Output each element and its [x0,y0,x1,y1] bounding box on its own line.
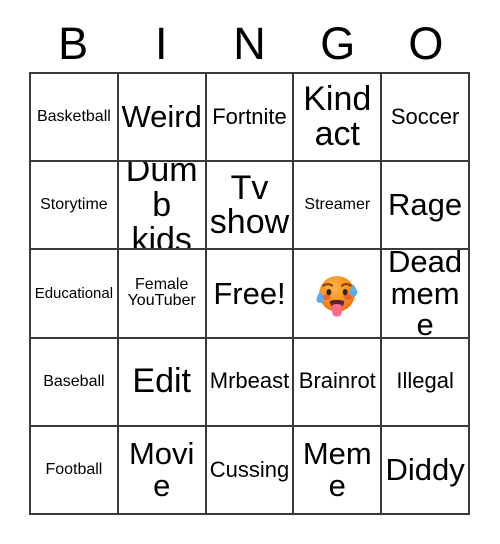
bingo-cell-b5[interactable]: Football [31,426,119,515]
bingo-cell-label: Weird [121,99,202,135]
bingo-cell-i5[interactable]: Movie [118,426,207,515]
bingo-cell-g4[interactable]: Brainrot [294,338,383,427]
bingo-header: B I N G O [29,14,470,72]
bingo-cell-label: Illegal [396,368,454,394]
header-letter-g: G [320,17,356,69]
bingo-row: Basketball Weird Fortnite Kind act Socce… [31,74,470,163]
bingo-cell-label: Fortnite [212,103,287,129]
bingo-card: B I N G O Basketball Weird Fortnite Kind… [0,0,500,544]
header-letter-o: O [408,17,444,69]
bingo-cell-label: Brainrot [298,368,376,394]
bingo-cell-label: Tv show [209,168,290,242]
bingo-cell-g1[interactable]: Kind act [294,74,383,163]
bingo-cell-label: Movie [128,436,195,503]
bingo-cell-o1[interactable]: Soccer [382,74,470,163]
bingo-cell-label: Mrbeast [209,368,290,394]
bingo-cell-free-space[interactable]: Free! [206,250,295,339]
bingo-cell-label: Kind act [303,80,372,154]
header-letter-b: B [58,17,89,69]
bingo-cell-b1[interactable]: Basketball [31,74,119,163]
bingo-cell-o4[interactable]: Illegal [382,338,470,427]
header-letter-n: N [233,17,266,69]
bingo-cell-label: Streamer [304,196,371,214]
bingo-cell-label: Dead meme [388,250,463,339]
bingo-cell-label: Basketball [36,107,111,125]
bingo-cell-label: Meme [302,436,372,503]
bingo-cell-g3[interactable] [294,250,383,339]
bingo-cell-b4[interactable]: Baseball [31,338,119,427]
bingo-cell-i1[interactable]: Weird [118,74,207,163]
bingo-cell-label: Football [45,460,103,478]
bingo-cell-n4[interactable]: Mrbeast [206,338,295,427]
bingo-cell-label: Female YouTuber [127,276,196,310]
bingo-cell-n5[interactable]: Cussing [206,426,295,515]
bingo-cell-b3[interactable]: Educational [31,250,119,339]
bingo-cell-b2[interactable]: Storytime [31,162,119,251]
hot-face-emoji [311,267,363,319]
bingo-cell-label: Edit [132,362,191,401]
bingo-cell-label: Rage [388,187,463,223]
bingo-cell-label: Educational [34,284,114,302]
bingo-cell-i2[interactable]: Dumb kids [118,162,207,251]
bingo-cell-label: Soccer [390,103,460,129]
bingo-cell-n2[interactable]: Tv show [206,162,295,251]
bingo-cell-i3[interactable]: Female YouTuber [118,250,207,339]
bingo-cell-n1[interactable]: Fortnite [206,74,295,163]
bingo-cell-label: Dumb kids [125,162,198,251]
bingo-cell-label: Baseball [43,372,105,390]
bingo-cell-o5[interactable]: Diddy [382,426,470,515]
bingo-cell-g5[interactable]: Meme [294,426,383,515]
bingo-cell-label: Free! [213,275,286,311]
bingo-row: Baseball Edit Mrbeast Brainrot Illegal [31,338,470,427]
bingo-row: Storytime Dumb kids Tv show Streamer Rag… [31,162,470,251]
bingo-grid: Basketball Weird Fortnite Kind act Socce… [29,72,470,515]
bingo-cell-label: Diddy [385,452,465,488]
bingo-cell-g2[interactable]: Streamer [294,162,383,251]
bingo-cell-o3[interactable]: Dead meme [382,250,470,339]
bingo-cell-label: Cussing [209,456,290,482]
header-letter-i: I [155,17,168,69]
bingo-cell-o2[interactable]: Rage [382,162,470,251]
bingo-row: Educational Female YouTuber Free! Dead m… [31,250,470,339]
bingo-row: Football Movie Cussing Meme Diddy [31,426,470,515]
bingo-cell-i4[interactable]: Edit [118,338,207,427]
bingo-cell-label: Storytime [40,196,108,214]
